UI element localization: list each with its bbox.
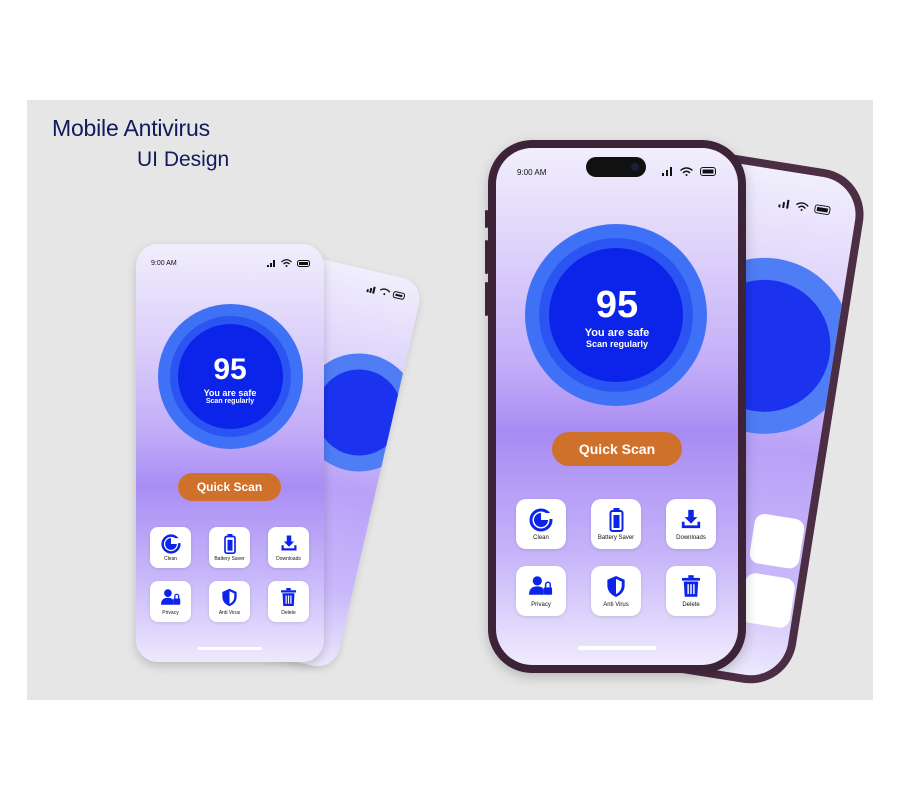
tile-clean[interactable]: Clean bbox=[516, 499, 566, 549]
home-indicator[interactable] bbox=[198, 647, 262, 650]
tile-label: Anti Virus bbox=[218, 610, 241, 616]
tile-privacy[interactable]: Privacy bbox=[516, 566, 566, 616]
status-icons bbox=[366, 286, 406, 300]
clean-icon bbox=[529, 508, 553, 532]
status-icons bbox=[778, 198, 831, 215]
tile-battery-saver[interactable]: Battery Saver bbox=[591, 499, 641, 549]
trash-icon bbox=[281, 588, 296, 606]
wifi-icon bbox=[281, 259, 292, 267]
small-phone: 9:00 AM 95 You are safe Scan regularly Q… bbox=[136, 244, 324, 662]
tile-label: Clean bbox=[533, 535, 549, 541]
dynamic-island bbox=[586, 157, 646, 177]
tile-anti-virus[interactable]: Anti Virus bbox=[209, 581, 250, 622]
download-icon bbox=[681, 509, 701, 529]
tile-clean[interactable]: Clean bbox=[150, 527, 191, 568]
tile-label: Downloads bbox=[276, 556, 301, 562]
wifi-icon bbox=[680, 167, 693, 176]
battery-status-icon bbox=[297, 259, 310, 267]
tile-downloads[interactable]: Downloads bbox=[268, 527, 309, 568]
heading-title: Mobile Antivirus bbox=[52, 115, 210, 141]
shield-icon bbox=[607, 575, 625, 598]
tile-label: Battery Saver bbox=[597, 535, 635, 541]
tile-label: Clean bbox=[163, 556, 178, 562]
camera-icon bbox=[631, 163, 639, 171]
security-score: 95 bbox=[213, 353, 247, 386]
tile-downloads[interactable]: Downloads bbox=[666, 499, 716, 549]
clean-icon bbox=[160, 534, 181, 554]
status-hint: Scan regularly bbox=[585, 339, 649, 349]
status-icons bbox=[662, 167, 716, 176]
status-message: You are safe bbox=[584, 327, 650, 339]
large-phone: 9:00 AM 95 You are safe Scan regularly Q… bbox=[485, 140, 746, 673]
tile-label: Privacy bbox=[531, 602, 551, 608]
battery-status-icon bbox=[700, 167, 716, 176]
status-message: You are safe bbox=[203, 388, 257, 398]
battery-icon bbox=[223, 534, 236, 554]
quick-scan-button[interactable]: Quick Scan bbox=[552, 432, 682, 466]
status-hint: Scan regularly bbox=[205, 398, 255, 405]
volume-down-button bbox=[485, 282, 488, 316]
large-phone-screen: 9:00 AM 95 You are safe Scan regularly Q… bbox=[496, 148, 738, 665]
volume-up-button bbox=[485, 240, 488, 274]
status-time: 9:00 AM bbox=[151, 260, 177, 267]
tile-label: Delete bbox=[281, 610, 296, 616]
trash-icon bbox=[682, 575, 700, 597]
signal-icon bbox=[267, 259, 275, 267]
shield-icon bbox=[222, 588, 237, 607]
battery-icon bbox=[609, 508, 623, 532]
tile-label: Privacy bbox=[162, 610, 179, 616]
action-button bbox=[485, 210, 488, 228]
privacy-icon bbox=[529, 576, 553, 595]
download-icon bbox=[281, 535, 296, 551]
status-icons bbox=[267, 259, 310, 267]
tile-label: Anti Virus bbox=[603, 602, 629, 608]
tile-label: Delete bbox=[682, 602, 700, 608]
tile-delete[interactable]: Delete bbox=[666, 566, 716, 616]
heading-subtitle: UI Design bbox=[137, 148, 230, 171]
home-indicator[interactable] bbox=[578, 646, 656, 650]
status-time: 9:00 AM bbox=[517, 168, 547, 177]
tile-battery-saver[interactable]: Battery Saver bbox=[209, 527, 250, 568]
security-score: 95 bbox=[595, 284, 639, 326]
tile-label: Downloads bbox=[676, 535, 706, 541]
tile-delete[interactable]: Delete bbox=[268, 581, 309, 622]
tile-privacy[interactable]: Privacy bbox=[150, 581, 191, 622]
privacy-icon bbox=[160, 589, 180, 605]
quick-scan-button[interactable]: Quick Scan bbox=[178, 473, 281, 501]
signal-icon bbox=[662, 167, 672, 176]
tile-label: Battery Saver bbox=[214, 556, 245, 562]
tile-anti-virus[interactable]: Anti Virus bbox=[591, 566, 641, 616]
